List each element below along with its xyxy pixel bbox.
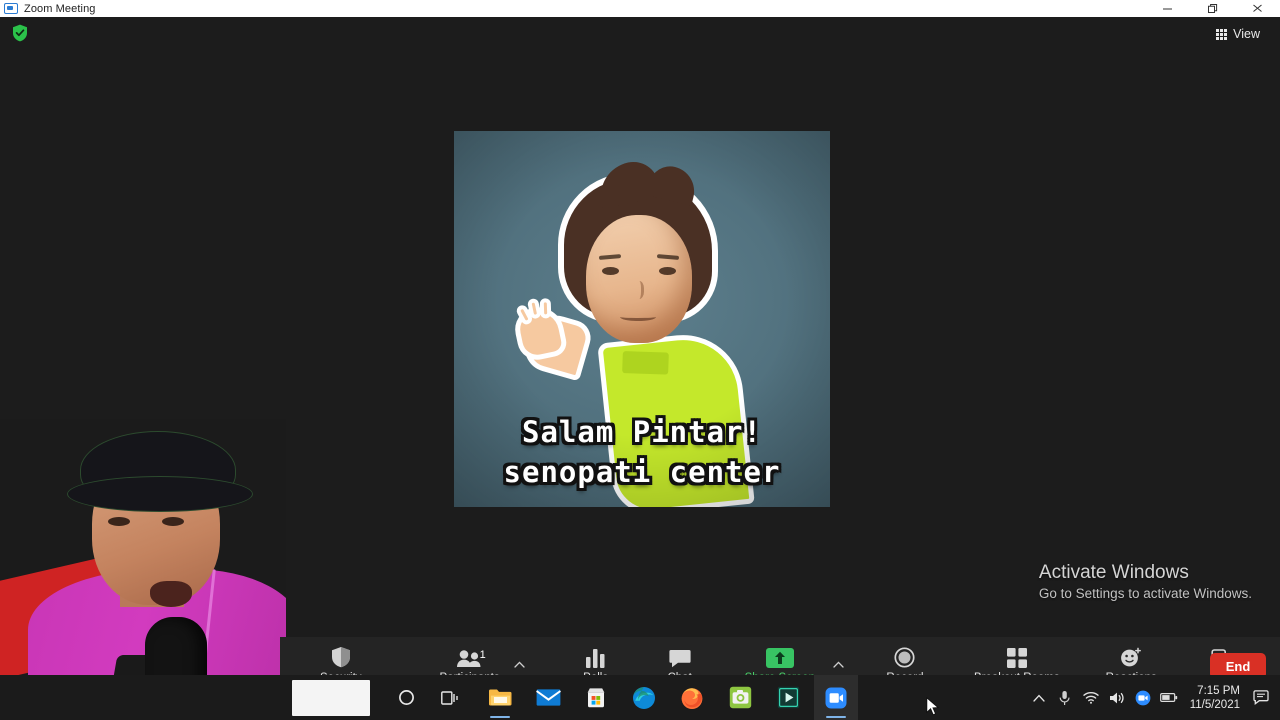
taskbar-clock[interactable]: 7:15 PM 11/5/2021	[1182, 675, 1248, 720]
cortana-icon[interactable]	[384, 675, 428, 720]
battery-icon[interactable]	[1156, 675, 1182, 720]
taskbar-search-box[interactable]	[292, 679, 370, 716]
wifi-icon[interactable]	[1078, 675, 1104, 720]
firefox-icon[interactable]	[670, 675, 714, 720]
shield-icon	[331, 646, 351, 668]
camera-app-icon[interactable]	[718, 675, 762, 720]
shared-screen-content: Salam Pintar! senopati center	[454, 131, 830, 507]
microsoft-store-icon[interactable]	[574, 675, 618, 720]
running-indicator	[490, 716, 510, 718]
view-button[interactable]: View	[1210, 23, 1266, 45]
watermark-title: Activate Windows	[1038, 562, 1189, 583]
bar-chart-icon	[585, 646, 606, 668]
mail-icon[interactable]	[526, 675, 570, 720]
participant-eye-right	[162, 517, 184, 526]
activate-windows-watermark: Activate Windows Go to Settings to activ…	[1039, 562, 1252, 601]
chat-bubble-icon	[669, 646, 691, 668]
task-view-icon[interactable]	[428, 675, 472, 720]
participant-eye-left	[108, 517, 130, 526]
zoom-icon[interactable]	[814, 675, 858, 720]
media-player-icon[interactable]	[766, 675, 810, 720]
clock-date: 11/5/2021	[1189, 698, 1240, 711]
close-button[interactable]	[1235, 0, 1280, 17]
microphone-icon[interactable]	[1052, 675, 1078, 720]
show-hidden-icons-chevron[interactable]	[1026, 675, 1052, 720]
view-label: View	[1233, 27, 1260, 41]
notification-center-icon[interactable]	[1248, 675, 1274, 720]
zoom-tray-icon[interactable]	[1130, 675, 1156, 720]
green-shield-check-icon[interactable]	[12, 24, 28, 42]
minimize-button[interactable]	[1145, 0, 1190, 17]
participant-mouth	[150, 581, 192, 607]
grid-squares-icon	[1006, 646, 1027, 668]
edge-browser-icon[interactable]	[622, 675, 666, 720]
window-title: Zoom Meeting	[24, 2, 96, 15]
running-indicator	[826, 716, 846, 718]
mouse-cursor	[926, 696, 940, 720]
volume-icon[interactable]	[1104, 675, 1130, 720]
image-vignette	[454, 131, 830, 507]
participant-hat	[67, 431, 253, 512]
participants-count-badge: 1	[479, 649, 486, 661]
windows-taskbar: 7:15 PM 11/5/2021	[0, 675, 1280, 720]
grid-view-icon	[1216, 28, 1228, 40]
window-title-bar: Zoom Meeting	[0, 0, 1280, 17]
maximize-restore-button[interactable]	[1190, 0, 1235, 17]
shared-image-caption-line1: Salam Pintar!	[522, 415, 762, 449]
zoom-meeting-window: Zoom Meeting View Salam Pintar! senopati…	[0, 0, 1280, 720]
record-circle-icon	[894, 646, 916, 668]
shared-image-caption-line2: senopati center	[503, 455, 781, 489]
meeting-stage: View Salam Pintar! senopati center Activ…	[0, 17, 1280, 720]
watermark-subtitle: Go to Settings to activate Windows.	[1038, 586, 1252, 601]
system-tray: 7:15 PM 11/5/2021	[1026, 675, 1280, 720]
zoom-app-icon	[4, 3, 18, 14]
file-explorer-icon[interactable]	[478, 675, 522, 720]
share-up-arrow-icon	[765, 646, 794, 668]
clock-time: 7:15 PM	[1197, 684, 1240, 697]
smiley-plus-icon	[1120, 646, 1142, 668]
